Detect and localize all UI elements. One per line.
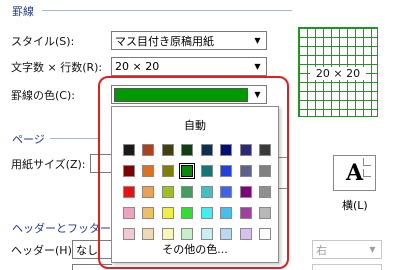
paper-size-label: 用紙サイズ(Z): xyxy=(11,158,86,171)
section-ruled-lines: 罫線 xyxy=(12,3,34,19)
section-page: ページ xyxy=(12,131,45,147)
header-align-dropdown: 右 ▼ xyxy=(312,240,382,259)
landscape-orientation-glyph: A xyxy=(345,160,364,186)
landscape-orientation-button[interactable]: A xyxy=(333,155,376,191)
chars-lines-label: 文字数 × 行数(R): xyxy=(11,61,103,74)
section-header-footer-title: ヘッダーとフッター xyxy=(12,222,111,235)
chevron-down-icon: ▼ xyxy=(369,245,376,254)
style-dropdown-value: マス目付き原稿用紙 xyxy=(115,34,214,48)
highlight-annotation xyxy=(98,76,289,269)
chevron-down-icon: ▼ xyxy=(254,36,261,45)
header-dropdown-value: なし xyxy=(76,243,98,257)
section-divider xyxy=(42,10,292,11)
chevron-down-icon: ▼ xyxy=(254,62,261,71)
footer-align-dropdown xyxy=(312,264,382,270)
header-label: ヘッダー(H): xyxy=(11,244,76,257)
header-align-value: 右 xyxy=(316,243,327,257)
style-dropdown[interactable]: マス目付き原稿用紙 ▼ xyxy=(111,31,267,50)
style-label: スタイル(S): xyxy=(11,35,75,48)
section-page-title: ページ xyxy=(12,133,45,146)
chars-lines-dropdown-value: 20 × 20 xyxy=(115,60,160,73)
landscape-label: 横(L) xyxy=(342,199,368,212)
section-header-footer: ヘッダーとフッター xyxy=(12,220,111,236)
line-color-label: 罫線の色(C): xyxy=(11,89,75,102)
section-divider xyxy=(50,138,100,139)
section-ruled-lines-title: 罫線 xyxy=(12,5,34,18)
chars-lines-dropdown[interactable]: 20 × 20 ▼ xyxy=(111,57,267,76)
grid-preview-label: 20 × 20 xyxy=(310,67,366,80)
